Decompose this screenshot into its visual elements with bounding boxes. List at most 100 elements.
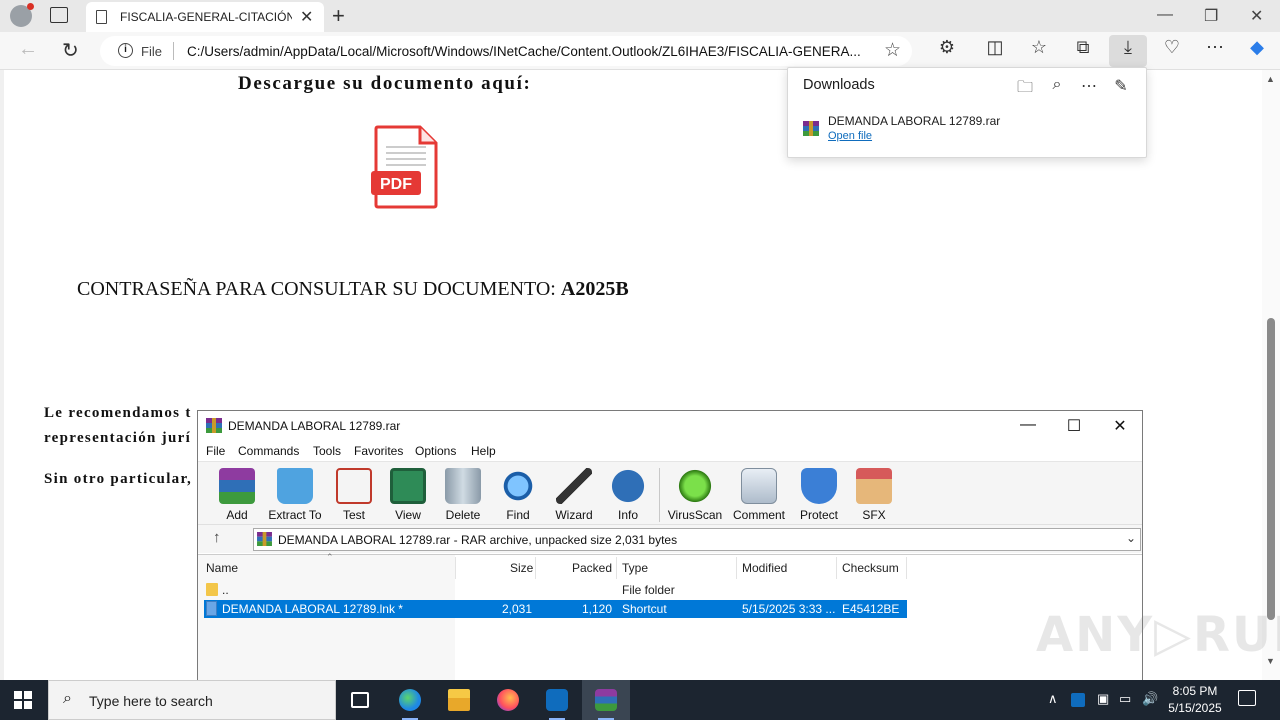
menu-tools[interactable]: Tools xyxy=(313,444,341,458)
tool-delete[interactable]: Delete xyxy=(435,466,491,524)
download-file-name[interactable]: DEMANDA LABORAL 12789.rar xyxy=(828,114,1000,128)
tool-comment[interactable]: Comment xyxy=(731,466,787,524)
column-modified[interactable]: Modified xyxy=(742,561,787,575)
device-tray-icon[interactable]: ▣ xyxy=(1097,691,1109,707)
tool-info[interactable]: Info xyxy=(600,466,656,524)
list-row-parent[interactable]: .. File folder xyxy=(204,581,907,599)
archive-icon xyxy=(257,532,272,546)
row-size: 2,031 xyxy=(502,602,533,616)
winrar-minimize-icon[interactable]: — xyxy=(1018,416,1038,434)
system-clock[interactable]: 8:05 PM 5/15/2025 xyxy=(1160,683,1230,717)
taskbar-winrar[interactable] xyxy=(582,680,630,720)
column-divider[interactable] xyxy=(736,557,737,579)
downloads-title: Downloads xyxy=(803,77,875,93)
address-bar[interactable]: i File C:/Users/admin/AppData/Local/Micr… xyxy=(100,36,912,66)
menu-file[interactable]: File xyxy=(206,444,225,458)
wizard-wand-icon xyxy=(556,468,592,504)
copilot-icon[interactable]: ◆ xyxy=(1244,37,1270,58)
extensions-icon[interactable]: ⚙ xyxy=(934,37,960,58)
tool-sfx[interactable]: SFX xyxy=(846,466,902,524)
column-divider[interactable] xyxy=(616,557,617,579)
page-headline: Descargue su documento aquí: xyxy=(238,73,532,94)
column-packed[interactable]: Packed xyxy=(572,561,612,575)
menu-favorites[interactable]: Favorites xyxy=(354,444,403,458)
favorite-star-icon[interactable]: ☆ xyxy=(884,39,901,62)
tool-view[interactable]: View xyxy=(380,466,436,524)
pin-icon[interactable]: ✎ xyxy=(1110,76,1132,96)
restore-icon[interactable]: ❐ xyxy=(1204,6,1218,26)
tool-extract-label: Extract To xyxy=(268,508,322,522)
tool-find[interactable]: Find xyxy=(490,466,546,524)
column-divider[interactable] xyxy=(535,557,536,579)
new-tab-icon[interactable]: + xyxy=(332,3,345,29)
archive-path-box[interactable]: DEMANDA LABORAL 12789.rar - RAR archive,… xyxy=(253,528,1141,551)
notification-icon[interactable] xyxy=(1238,690,1256,706)
column-divider[interactable] xyxy=(836,557,837,579)
search-icon[interactable]: ⌕ xyxy=(1046,76,1068,94)
taskbar-outlook[interactable] xyxy=(533,680,581,720)
menu-help[interactable]: Help xyxy=(471,444,496,458)
address-separator xyxy=(173,42,174,60)
more-options-icon[interactable]: ⋯ xyxy=(1202,37,1228,58)
clock-date: 5/15/2025 xyxy=(1168,701,1222,715)
info-icon[interactable]: i xyxy=(118,43,133,58)
tool-protect[interactable]: Protect xyxy=(791,466,847,524)
tray-overflow-icon[interactable]: ∧ xyxy=(1048,691,1058,707)
up-folder-icon[interactable]: ↑ xyxy=(213,529,221,546)
row-modified: 5/15/2025 3:33 ... xyxy=(742,602,836,616)
column-size[interactable]: Size xyxy=(510,561,533,575)
scroll-up-icon[interactable]: ▲ xyxy=(1266,74,1275,84)
winrar-close-icon[interactable]: ✕ xyxy=(1110,416,1130,436)
windows-start-icon[interactable] xyxy=(14,691,32,709)
column-checksum[interactable]: Checksum xyxy=(842,561,899,575)
taskbar-file-explorer[interactable] xyxy=(435,680,483,720)
tool-add[interactable]: Add xyxy=(209,466,265,524)
outlook-icon xyxy=(546,689,568,711)
winrar-maximize-icon[interactable]: ☐ xyxy=(1064,416,1084,436)
taskbar-edge[interactable] xyxy=(386,680,434,720)
column-name[interactable]: Name xyxy=(206,561,238,575)
tool-extract-to[interactable]: Extract To xyxy=(267,466,323,524)
page-scrollbar[interactable]: ▲ ▼ xyxy=(1262,70,1280,680)
open-file-link[interactable]: Open file xyxy=(828,130,872,142)
browser-essentials-icon[interactable]: ♡ xyxy=(1159,37,1185,58)
network-icon[interactable]: ▭ xyxy=(1119,691,1131,707)
back-icon[interactable]: ← xyxy=(18,38,38,61)
row-checksum: E45412BE xyxy=(842,602,900,616)
favorites-icon[interactable]: ☆ xyxy=(1026,37,1052,58)
taskbar-firefox[interactable] xyxy=(484,680,532,720)
column-divider[interactable] xyxy=(455,557,456,579)
close-window-icon[interactable]: ✕ xyxy=(1250,6,1263,26)
pdf-download-icon[interactable]: PDF xyxy=(370,125,442,209)
scroll-thumb[interactable] xyxy=(1267,318,1275,620)
tool-wizard[interactable]: Wizard xyxy=(546,466,602,524)
refresh-icon[interactable]: ↻ xyxy=(62,38,79,63)
tool-virusscan-label: VirusScan xyxy=(667,508,723,522)
task-view-button[interactable] xyxy=(336,680,384,720)
column-divider[interactable] xyxy=(906,557,907,579)
tool-virusscan[interactable]: VirusScan xyxy=(667,466,723,524)
outlook-tray-icon[interactable] xyxy=(1071,693,1085,707)
chevron-down-icon[interactable]: ⌄ xyxy=(1126,531,1136,545)
taskbar-search-box[interactable]: ⌕ Type here to search xyxy=(48,680,336,720)
tool-view-label: View xyxy=(395,508,421,522)
tab-actions-icon[interactable] xyxy=(50,7,68,23)
browser-tab[interactable]: FISCALIA-GENERAL-CITACIÓN-P ✕ xyxy=(86,2,324,32)
list-row-selected[interactable]: DEMANDA LABORAL 12789.lnk * 2,031 1,120 … xyxy=(204,600,907,618)
winrar-titlebar[interactable]: DEMANDA LABORAL 12789.rar — ☐ ✕ xyxy=(198,411,1142,440)
row-name: .. xyxy=(222,583,229,597)
downloads-button[interactable]: ⤓ xyxy=(1109,35,1147,67)
more-icon[interactable]: ⋯ xyxy=(1078,76,1100,96)
close-tab-icon[interactable]: ✕ xyxy=(300,7,313,27)
split-screen-icon[interactable]: ◫ xyxy=(982,37,1008,58)
url-text[interactable]: C:/Users/admin/AppData/Local/Microsoft/W… xyxy=(187,44,873,59)
column-type[interactable]: Type xyxy=(622,561,648,575)
minimize-icon[interactable]: — xyxy=(1157,6,1173,24)
menu-options[interactable]: Options xyxy=(415,444,456,458)
profile-avatar-icon[interactable] xyxy=(10,3,34,27)
tool-test[interactable]: Test xyxy=(326,466,382,524)
volume-icon[interactable]: 🔊 xyxy=(1142,691,1158,707)
open-folder-icon[interactable]: 🗀 xyxy=(1014,76,1036,103)
menu-commands[interactable]: Commands xyxy=(238,444,299,458)
collections-icon[interactable]: ⧉ xyxy=(1070,37,1096,58)
